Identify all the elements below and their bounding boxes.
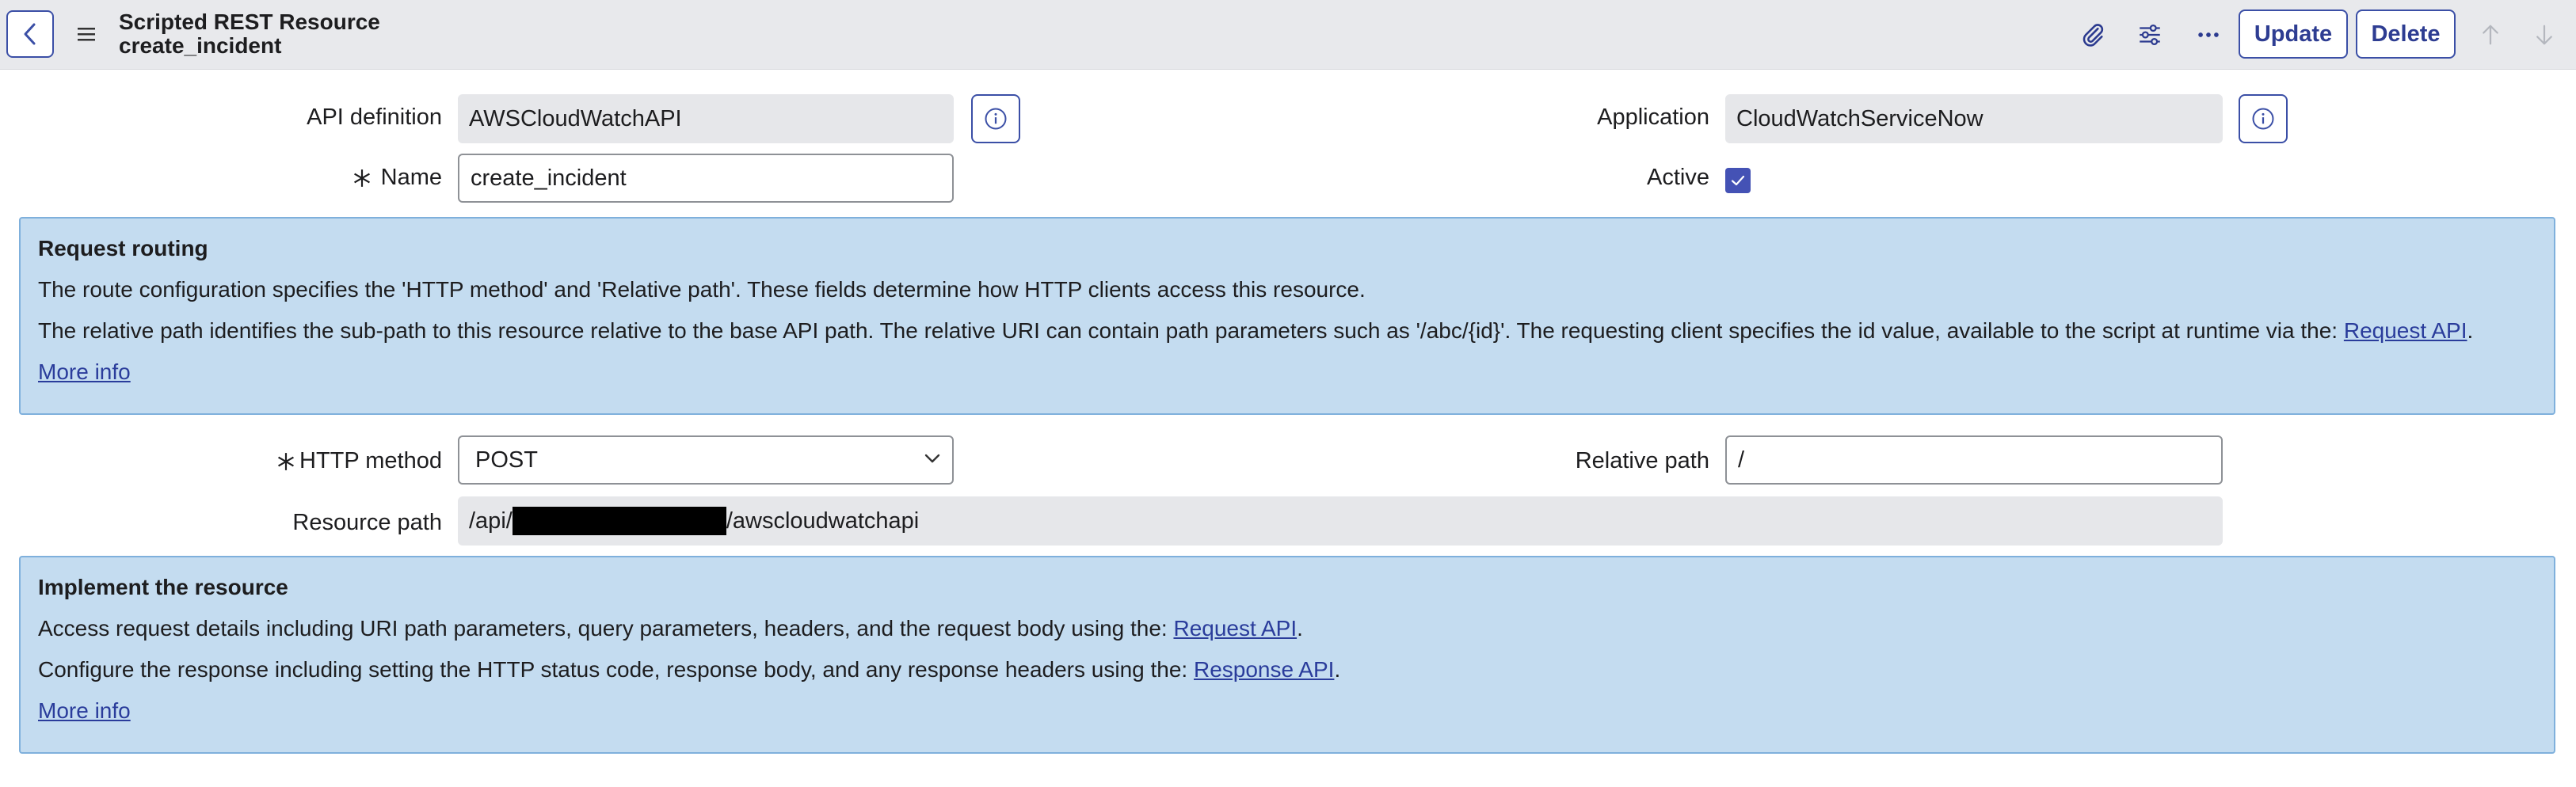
- back-button[interactable]: [6, 10, 54, 58]
- resource-path-field: /api/ /awscloudwatchapi: [458, 496, 2223, 546]
- checkmark-icon: [1731, 175, 1745, 186]
- implement-resource-more-info-link[interactable]: More info: [38, 698, 131, 724]
- request-routing-text-2: The relative path identifies the sub-pat…: [38, 318, 2473, 344]
- relative-path-label: Relative path: [1575, 448, 1709, 473]
- personalize-form-button[interactable]: [2134, 19, 2166, 51]
- application-field: CloudWatchServiceNow: [1725, 94, 2223, 143]
- implement-resource-text-2-body: Configure the response including setting…: [38, 657, 1194, 682]
- resource-path-label: Resource path: [292, 510, 442, 535]
- application-label: Application: [1597, 105, 1709, 130]
- request-api-link[interactable]: Request API: [2344, 318, 2467, 343]
- required-icon: [278, 453, 294, 470]
- required-icon: [354, 169, 370, 187]
- back-icon: [24, 23, 36, 45]
- request-routing-title: Request routing: [38, 236, 208, 260]
- resource-path-prefix: /api/: [469, 508, 513, 534]
- info-icon: [2252, 108, 2274, 130]
- implement-resource-text-1: Access request details including URI pat…: [38, 616, 1303, 641]
- request-api-link[interactable]: Request API: [1173, 616, 1297, 641]
- update-button[interactable]: Update: [2239, 10, 2348, 59]
- api-definition-label: API definition: [307, 105, 442, 130]
- form-header: Scripted REST Resource create_incident U…: [0, 0, 2576, 70]
- response-api-link[interactable]: Response API: [1194, 657, 1334, 682]
- request-routing-text-2-body: The relative path identifies the sub-pat…: [38, 318, 2344, 343]
- active-label: Active: [1647, 165, 1709, 190]
- implement-resource-panel: Implement the resource Access request de…: [19, 556, 2555, 754]
- attachment-button[interactable]: [2077, 19, 2109, 51]
- api-definition-info-button[interactable]: [971, 94, 1020, 143]
- api-definition-field: AWSCloudWatchAPI: [458, 94, 954, 143]
- request-routing-more-info-link[interactable]: More info: [38, 359, 131, 385]
- arrow-down-icon: [2536, 25, 2552, 45]
- http-method-label: HTTP method: [299, 448, 442, 473]
- implement-resource-text-1-end: .: [1297, 616, 1303, 641]
- redacted-block: [512, 507, 726, 535]
- arrow-up-icon: [2483, 25, 2498, 45]
- menu-icon[interactable]: [76, 25, 97, 43]
- application-info-button[interactable]: [2239, 94, 2288, 143]
- implement-resource-text-1-body: Access request details including URI pat…: [38, 616, 1174, 641]
- delete-button[interactable]: Delete: [2356, 10, 2456, 59]
- active-checkbox[interactable]: [1725, 168, 1751, 193]
- name-label: Name: [380, 165, 442, 190]
- info-icon: [985, 108, 1007, 130]
- attachment-icon: [2083, 24, 2104, 47]
- name-input[interactable]: create_incident: [458, 154, 954, 203]
- more-icon: [2198, 32, 2219, 37]
- record-name-title: create_incident: [119, 33, 282, 58]
- settings-sliders-icon: [2140, 24, 2160, 46]
- implement-resource-title: Implement the resource: [38, 575, 288, 599]
- record-type-title: Scripted REST Resource: [119, 10, 380, 34]
- implement-resource-text-2-end: .: [1334, 657, 1341, 682]
- more-options-button[interactable]: [2193, 19, 2224, 51]
- next-record-button[interactable]: [2528, 19, 2560, 51]
- http-method-select[interactable]: POST: [458, 435, 954, 485]
- request-routing-text-1: The route configuration specifies the 'H…: [38, 277, 1366, 302]
- request-routing-text-2-end: .: [2467, 318, 2474, 343]
- http-method-selected-value: POST: [475, 447, 538, 473]
- relative-path-input[interactable]: /: [1725, 435, 2223, 485]
- chevron-down-icon: [924, 454, 940, 463]
- resource-path-suffix: /awscloudwatchapi: [726, 508, 920, 534]
- implement-resource-text-2: Configure the response including setting…: [38, 657, 1340, 682]
- request-routing-panel: Request routing The route configuration …: [19, 217, 2555, 415]
- previous-record-button[interactable]: [2475, 19, 2506, 51]
